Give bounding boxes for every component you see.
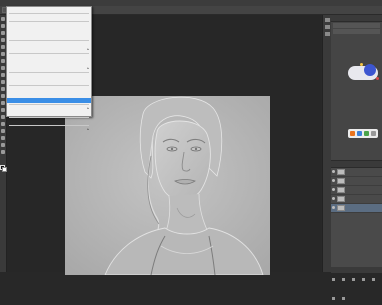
menu-item[interactable] bbox=[7, 15, 91, 20]
layer-row[interactable] bbox=[331, 186, 382, 195]
floating-assistant-widget[interactable] bbox=[348, 62, 379, 84]
layers-panel bbox=[331, 160, 382, 300]
toolbar-app-icon[interactable] bbox=[371, 131, 376, 136]
layer-row[interactable] bbox=[331, 195, 382, 204]
layer-thumbnail bbox=[337, 187, 345, 193]
mask-icon[interactable] bbox=[352, 277, 356, 281]
history-panel-icon[interactable] bbox=[325, 18, 330, 22]
eraser-tool-icon[interactable] bbox=[1, 87, 5, 91]
menu-separator bbox=[9, 21, 89, 23]
status-dot-icon bbox=[376, 77, 379, 80]
panel-row bbox=[333, 23, 380, 28]
history-brush-tool-icon[interactable] bbox=[1, 80, 5, 84]
context-menu: ▸ ▸ ▸ ▸ bbox=[6, 6, 92, 131]
eyedropper-tool-icon[interactable] bbox=[1, 52, 5, 56]
layer-row[interactable] bbox=[331, 168, 382, 177]
embossed-portrait-image bbox=[65, 96, 270, 275]
layer-thumbnail bbox=[337, 169, 345, 175]
menu-separator bbox=[9, 117, 89, 119]
gradient-tool-icon[interactable] bbox=[1, 94, 5, 98]
menu-item[interactable] bbox=[7, 34, 91, 39]
dodge-tool-icon[interactable] bbox=[1, 108, 5, 112]
menu-separator bbox=[9, 125, 89, 127]
brush-tool-icon[interactable] bbox=[1, 66, 5, 70]
menu-item[interactable]: ▸ bbox=[7, 66, 91, 71]
layer-row-active[interactable] bbox=[331, 204, 382, 213]
info-panel-icon[interactable] bbox=[325, 32, 330, 36]
submenu-arrow-icon: ▸ bbox=[87, 65, 89, 70]
blur-tool-icon[interactable] bbox=[1, 101, 5, 105]
eye-icon[interactable] bbox=[332, 188, 335, 191]
layers-panel-footer bbox=[331, 267, 382, 300]
menu-item[interactable] bbox=[7, 79, 91, 84]
layer-thumbnail bbox=[337, 178, 345, 184]
layer-thumbnail bbox=[337, 205, 345, 211]
zoom-tool-icon[interactable] bbox=[1, 150, 5, 154]
marquee-tool-icon[interactable] bbox=[1, 24, 5, 28]
widget-avatar-icon[interactable] bbox=[364, 64, 376, 76]
menu-separator bbox=[9, 103, 89, 105]
move-tool-icon[interactable] bbox=[1, 17, 5, 21]
quick-select-tool-icon[interactable] bbox=[1, 38, 5, 42]
pen-tool-icon[interactable] bbox=[1, 115, 5, 119]
menu-item-disabled bbox=[7, 111, 91, 116]
menu-item[interactable]: ▸ bbox=[7, 127, 91, 132]
group-icon[interactable] bbox=[372, 277, 376, 281]
menu-item-disabled bbox=[7, 119, 91, 124]
link-layers-icon[interactable] bbox=[332, 277, 335, 281]
toolbar-app-icon[interactable] bbox=[350, 131, 355, 136]
toolbar-app-icon[interactable] bbox=[364, 131, 369, 136]
toolbar-app-icon[interactable] bbox=[357, 131, 362, 136]
lasso-tool-icon[interactable] bbox=[1, 31, 5, 35]
shape-tool-icon[interactable] bbox=[1, 136, 5, 140]
floating-toolbar bbox=[348, 129, 378, 138]
right-panels bbox=[331, 15, 382, 300]
crop-tool-icon[interactable] bbox=[1, 45, 5, 49]
hand-tool-icon[interactable] bbox=[1, 143, 5, 147]
menu-item[interactable]: ▸ bbox=[7, 47, 91, 52]
panel-row bbox=[333, 29, 380, 34]
clone-stamp-tool-icon[interactable] bbox=[1, 73, 5, 77]
fx-icon[interactable] bbox=[342, 277, 346, 281]
image-canvas[interactable] bbox=[65, 96, 270, 275]
menu-separator bbox=[9, 13, 89, 15]
adjustment-layer-icon[interactable] bbox=[362, 277, 366, 281]
submenu-arrow-icon: ▸ bbox=[87, 47, 89, 52]
new-layer-icon[interactable] bbox=[332, 296, 335, 300]
type-tool-icon[interactable] bbox=[1, 122, 5, 126]
submenu-arrow-icon: ▸ bbox=[87, 127, 89, 132]
menu-item-highlighted[interactable] bbox=[7, 97, 91, 103]
menu-separator bbox=[9, 53, 89, 55]
layer-thumbnail bbox=[337, 196, 345, 202]
layers-panel-header bbox=[331, 161, 382, 168]
eye-icon[interactable] bbox=[332, 206, 335, 209]
eye-icon[interactable] bbox=[332, 197, 335, 200]
status-dot-icon bbox=[360, 63, 363, 66]
layer-row[interactable] bbox=[331, 177, 382, 186]
eye-icon[interactable] bbox=[332, 179, 335, 182]
menu-separator bbox=[9, 85, 89, 87]
menu-separator bbox=[9, 39, 89, 41]
eye-icon[interactable] bbox=[332, 170, 335, 173]
properties-panel-icon[interactable] bbox=[325, 25, 330, 29]
path-select-tool-icon[interactable] bbox=[1, 129, 5, 133]
healing-brush-tool-icon[interactable] bbox=[1, 59, 5, 63]
menu-separator bbox=[9, 71, 89, 73]
menu-item[interactable] bbox=[7, 7, 91, 12]
panel-header bbox=[331, 15, 382, 22]
trash-icon[interactable] bbox=[342, 296, 346, 300]
